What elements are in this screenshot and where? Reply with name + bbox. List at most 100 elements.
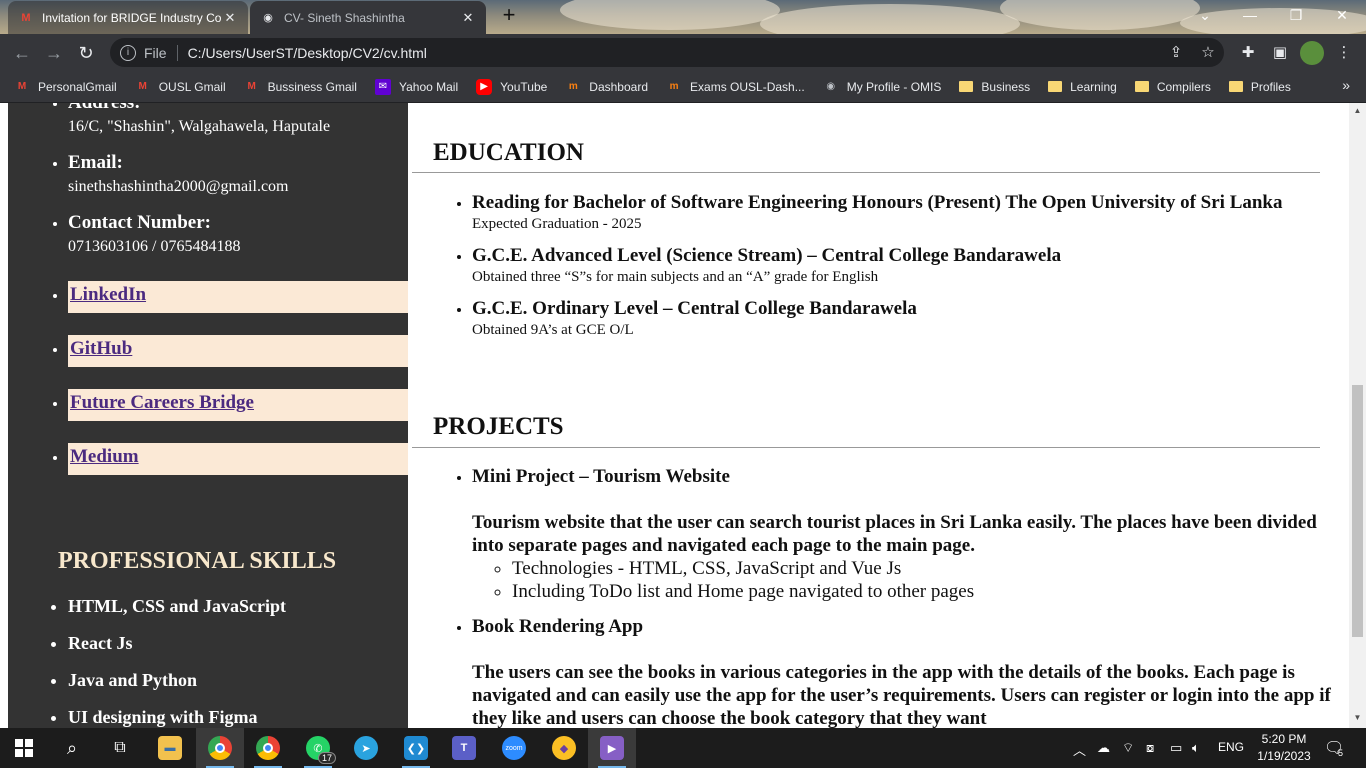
moodle-icon: m [669, 81, 679, 92]
list-item: Medium [68, 443, 408, 475]
star-icon[interactable]: ☆ [1196, 41, 1220, 65]
brave-button[interactable]: ◆ [540, 728, 588, 768]
teams-button[interactable]: T [440, 728, 488, 768]
bookmark-exams-ousl[interactable]: m Exams OUSL-Dash... [666, 79, 805, 95]
list-item: HTML, CSS and JavaScript [68, 595, 408, 617]
notification-count: 5 [1338, 748, 1344, 758]
medium-link[interactable]: Medium [68, 443, 408, 475]
github-link[interactable]: GitHub [68, 335, 408, 367]
tab-search-dropdown[interactable]: ⌄ [1185, 4, 1225, 26]
reload-icon[interactable]: ↻ [74, 41, 98, 65]
extensions-icon[interactable]: ✚ [1236, 41, 1260, 65]
telegram-button[interactable]: ➤ [342, 728, 390, 768]
chrome-button[interactable] [244, 728, 292, 768]
bookmark-folder-business[interactable]: Business [959, 80, 1030, 94]
list-item: Technologies - HTML, CSS, JavaScript and… [512, 557, 1332, 580]
bookmark-ousl-gmail[interactable]: M OUSL Gmail [135, 79, 226, 95]
close-icon[interactable]: ✕ [460, 10, 476, 26]
list-item: GitHub [68, 335, 408, 367]
share-icon[interactable]: ⇪ [1164, 41, 1188, 65]
task-view-button[interactable]: ⧉ [96, 728, 144, 768]
project-description: Tourism website that the user can search… [472, 512, 1317, 556]
cv-sidebar: Address: 16/C, "Shashin", Walgahawela, H… [8, 103, 408, 728]
list-item: Including ToDo list and Home page naviga… [512, 580, 1332, 603]
file-explorer-button[interactable]: ▬ [146, 728, 194, 768]
zoom-button[interactable]: zoom [490, 728, 538, 768]
visual-studio-icon: ▶ [600, 736, 624, 760]
bookmark-folder-profiles[interactable]: Profiles [1228, 80, 1291, 94]
bookmark-youtube[interactable]: ▶ YouTube [476, 78, 547, 95]
cloud-icon[interactable]: ☁ [1097, 740, 1110, 756]
folder-icon [1048, 81, 1063, 92]
list-item: React Js [68, 632, 408, 654]
bookmark-folder-learning[interactable]: Learning [1048, 80, 1117, 94]
chevron-up-icon[interactable]: ︿ [1073, 740, 1086, 759]
forward-arrow-icon[interactable]: → [42, 41, 66, 65]
chrome-icon [256, 736, 280, 760]
education-title: G.C.E. Advanced Level (Science Stream) –… [472, 245, 1062, 266]
url-text[interactable]: C:/Users/UserST/Desktop/CV2/cv.html [188, 45, 427, 61]
start-button[interactable] [0, 728, 48, 768]
time-text: 5:20 PM [1261, 732, 1307, 746]
contact-value: sinethshashintha2000@gmail.com [68, 178, 289, 195]
chrome-profile-button[interactable] [196, 728, 244, 768]
vertical-scrollbar[interactable]: ▲ ▼ [1349, 103, 1366, 728]
visual-studio-button[interactable]: ▶ [588, 728, 636, 768]
network-icon[interactable]: ⧇ [1146, 740, 1154, 756]
whatsapp-button[interactable]: ✆ 17 [294, 728, 342, 768]
scroll-up-icon[interactable]: ▲ [1353, 106, 1362, 115]
folder-icon [959, 81, 974, 92]
date-text: 1/19/2023 [1257, 749, 1311, 763]
moodle-icon: m [568, 81, 578, 92]
future-careers-bridge-link[interactable]: Future Careers Bridge [68, 389, 408, 421]
volume-icon[interactable]: 🔈︎ [1192, 740, 1200, 756]
search-button[interactable]: ⌕ [48, 728, 96, 768]
battery-icon[interactable]: ▭ [1170, 740, 1182, 756]
contact-value: 16/C, "Shashin", Walgahawela, Haputale [68, 118, 331, 135]
wifi-icon[interactable]: ⌔ [1122, 740, 1134, 756]
bookmark-folder-compilers[interactable]: Compilers [1134, 80, 1211, 94]
bookmark-label: Dashboard [589, 79, 649, 94]
back-arrow-icon[interactable]: ← [10, 41, 34, 65]
bookmark-label: PersonalGmail [38, 79, 117, 94]
scroll-down-icon[interactable]: ▼ [1353, 713, 1362, 722]
bookmarks-more-button[interactable]: » [1342, 77, 1350, 93]
new-tab-button[interactable]: + [498, 4, 520, 27]
window-close-button[interactable]: ✕ [1322, 4, 1362, 26]
bookmark-label: Exams OUSL-Dash... [690, 79, 805, 94]
info-icon[interactable]: i [120, 44, 136, 61]
clock[interactable]: 5:20 PM 1/19/2023 [1246, 731, 1322, 765]
bookmark-yahoo-mail[interactable]: ✉ Yahoo Mail [374, 78, 458, 95]
menu-icon[interactable]: ⋮ [1332, 41, 1356, 65]
vscode-icon: ❮❯ [404, 736, 428, 760]
avatar[interactable] [1300, 41, 1324, 65]
bookmark-bussiness-gmail[interactable]: M Bussiness Gmail [244, 79, 357, 95]
bookmark-my-profile-omis[interactable]: ◉ My Profile - OMIS [823, 79, 941, 95]
linkedin-link[interactable]: LinkedIn [68, 281, 408, 313]
language-indicator[interactable]: ENG [1218, 740, 1244, 754]
vscode-button[interactable]: ❮❯ [392, 728, 440, 768]
bookmark-personalgmail[interactable]: M PersonalGmail [14, 79, 117, 95]
tab-cv[interactable]: ◉ CV- Sineth Shashintha ✕ [250, 1, 486, 34]
side-panel-icon[interactable]: ▣ [1268, 41, 1292, 65]
bookmark-dashboard[interactable]: m Dashboard [565, 79, 648, 95]
tab-invitation[interactable]: M Invitation for BRIDGE Industry Co ✕ [8, 1, 248, 34]
gmail-icon: M [138, 81, 147, 92]
divider [412, 172, 1320, 173]
projects-list: Mini Project – Tourism Website Tourism w… [432, 465, 1332, 728]
close-icon[interactable]: ✕ [222, 10, 238, 26]
teams-icon: T [452, 736, 476, 760]
contact-list: Address: 16/C, "Shashin", Walgahawela, H… [8, 103, 408, 271]
bookmark-label: Business [981, 79, 1031, 94]
restore-button[interactable]: ❐ [1276, 4, 1316, 26]
skills-list: HTML, CSS and JavaScript React Js Java a… [8, 595, 408, 728]
list-item: Email: sinethshashintha2000@gmail.com [68, 151, 408, 199]
list-item: Book Rendering App The users can see the… [472, 615, 1332, 728]
scrollbar-thumb[interactable] [1352, 385, 1363, 637]
globe-icon: ◉ [263, 12, 273, 24]
minimize-button[interactable]: — [1230, 4, 1270, 26]
tab-title: CV- Sineth Shashintha [284, 10, 405, 25]
page-viewport: Address: 16/C, "Shashin", Walgahawela, H… [0, 103, 1366, 728]
chrome-icon [208, 736, 232, 760]
address-bar[interactable]: i File C:/Users/UserST/Desktop/CV2/cv.ht… [110, 38, 1224, 67]
